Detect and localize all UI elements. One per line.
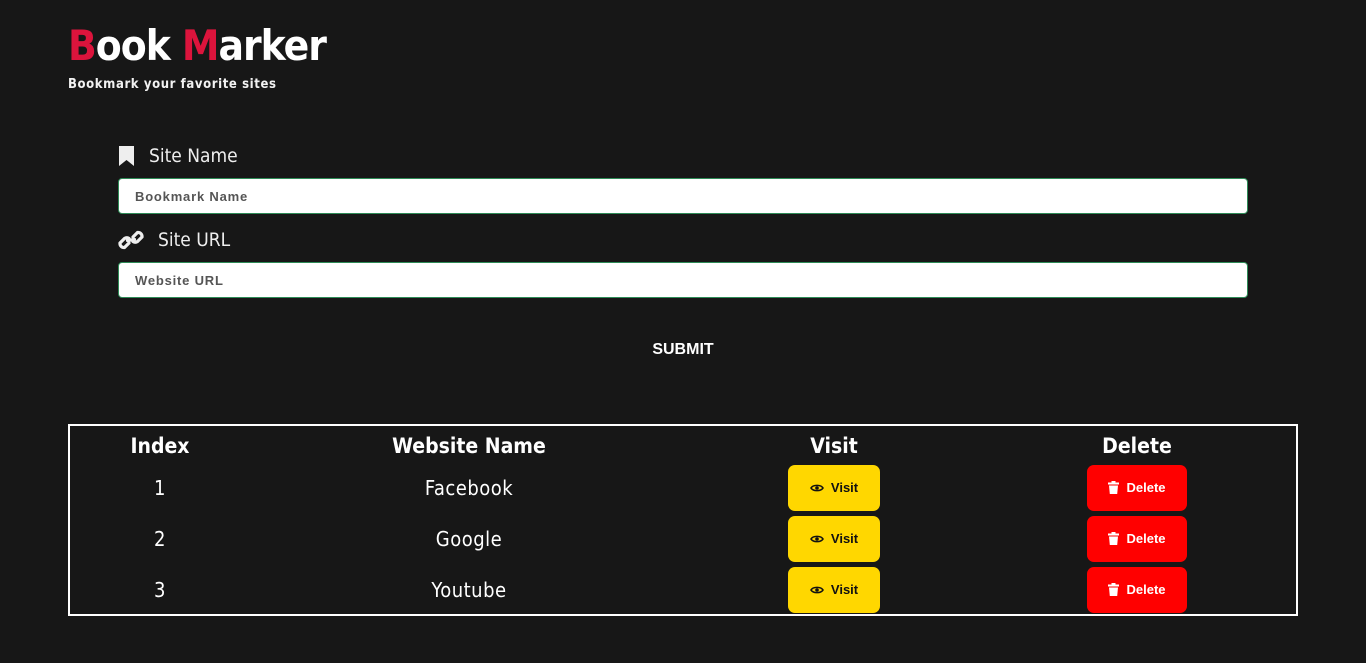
- header-delete: Delete: [1102, 434, 1172, 458]
- site-url-input[interactable]: [118, 262, 1248, 298]
- header-visit: Visit: [810, 434, 858, 458]
- site-name-input[interactable]: [118, 178, 1248, 214]
- delete-button-label: Delete: [1126, 531, 1166, 546]
- app-title: Book Marker: [68, 21, 327, 70]
- visit-button[interactable]: Visit: [788, 515, 880, 562]
- trash-icon: [1108, 532, 1120, 545]
- bookmark-icon: [118, 145, 135, 167]
- bookmarks-table: Index Website Name Visit Delete 1 Facebo…: [68, 424, 1298, 616]
- delete-button-label: Delete: [1126, 480, 1166, 495]
- eye-icon: [809, 586, 824, 593]
- visit-button[interactable]: Visit: [788, 566, 880, 613]
- visit-button-label: Visit: [830, 582, 859, 597]
- row-site-name: Facebook: [424, 475, 514, 500]
- delete-button[interactable]: Delete: [1087, 464, 1187, 511]
- bookmark-form: Site Name Site URL: [118, 142, 1248, 298]
- title-word-book: Book: [68, 21, 171, 70]
- submit-button[interactable]: SUBMIT: [620, 336, 746, 364]
- title-accent-letter: B: [68, 21, 97, 70]
- table-row: 1 Facebook Visit Delete: [70, 462, 1296, 513]
- eye-icon: [809, 535, 824, 542]
- site-url-label-row: Site URL: [118, 226, 1248, 254]
- visit-button[interactable]: Visit: [788, 464, 880, 511]
- delete-button-label: Delete: [1126, 582, 1166, 597]
- title-word-text: arker: [218, 21, 326, 70]
- trash-icon: [1108, 583, 1120, 596]
- title-word-text: ook: [95, 21, 171, 70]
- row-site-name: Youtube: [431, 577, 507, 602]
- delete-button[interactable]: Delete: [1087, 515, 1187, 562]
- link-icon: [118, 230, 144, 250]
- title-accent-letter: M: [181, 21, 220, 70]
- row-index: 2: [154, 526, 166, 551]
- delete-button[interactable]: Delete: [1087, 566, 1187, 613]
- title-word-marker: Marker: [181, 21, 327, 70]
- table-row: 2 Google Visit Delete: [70, 513, 1296, 564]
- row-index: 3: [154, 577, 166, 602]
- eye-icon: [809, 484, 824, 491]
- table-header: Index Website Name Visit Delete: [70, 426, 1296, 462]
- visit-button-label: Visit: [830, 480, 859, 495]
- table-row: 3 Youtube Visit Delete: [70, 564, 1296, 615]
- visit-button-label: Visit: [830, 531, 859, 546]
- row-site-name: Google: [435, 526, 503, 551]
- trash-icon: [1108, 481, 1120, 494]
- site-name-label: Site Name: [149, 145, 238, 167]
- site-url-label: Site URL: [158, 229, 231, 251]
- row-index: 1: [154, 475, 166, 500]
- header-index: Index: [130, 434, 190, 458]
- site-name-label-row: Site Name: [118, 142, 1248, 170]
- header: Book Marker Bookmark your favorite sites: [68, 21, 327, 93]
- header-website-name: Website Name: [392, 434, 546, 458]
- app-subtitle: Bookmark your favorite sites: [68, 77, 277, 92]
